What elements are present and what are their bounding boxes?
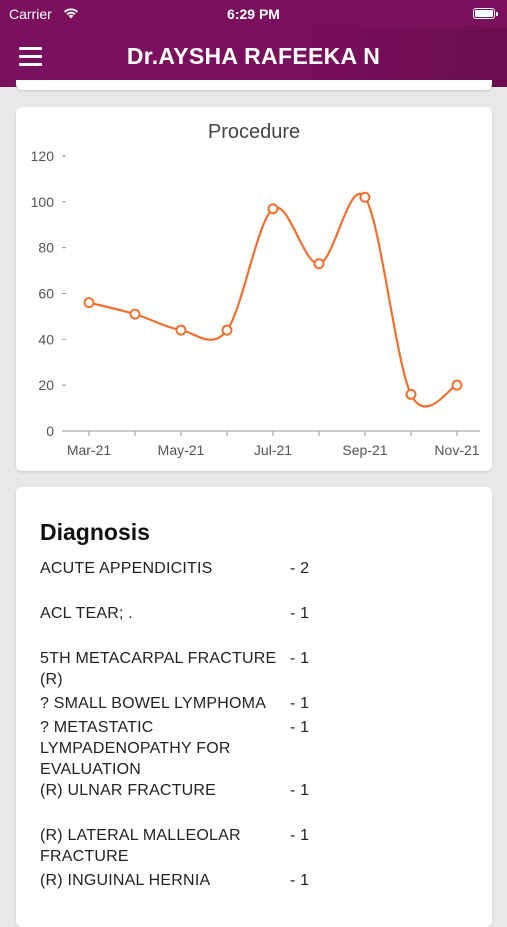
x-tick-label: Sep-21 — [342, 442, 387, 458]
data-point[interactable] — [129, 308, 141, 320]
clock-time: 6:29 PM — [227, 6, 280, 22]
x-tick-label: Nov-21 — [434, 442, 479, 458]
diagnosis-row: ? SMALL BOWEL LYMPHOMA - 1 — [40, 693, 480, 714]
diagnosis-row: (R) LATERAL MALLEOLAR FRACTURE - 1 — [40, 825, 480, 867]
diagnosis-card: Diagnosis ACUTE APPENDICITIS - 2 ACL TEAR;… — [16, 487, 492, 927]
diagnosis-list: ACUTE APPENDICITIS - 2 ACL TEAR; .- 1 5TH M… — [40, 558, 480, 891]
y-tick-label: 20 — [38, 377, 54, 393]
app-header: Dr.AYSHA RAFEEKA N — [0, 28, 507, 87]
diagnosis-count: - 1 — [290, 650, 310, 667]
diagnosis-row: ? METASTATIC LYMPADENOPATHY FOR EVALUATI… — [40, 717, 480, 780]
data-point[interactable] — [175, 324, 187, 336]
diagnosis-count: - 1 — [290, 695, 310, 712]
diagnosis-name: (R) INGUINAL HERNIA — [40, 872, 211, 889]
diagnosis-count: - 1 — [290, 872, 310, 889]
diagnosis-name: (R) ULNAR FRACTURE — [40, 782, 217, 799]
x-tick-label: Jul-21 — [254, 442, 292, 458]
diagnosis-row: 5TH METACARPAL FRACTURE (R) - 1 — [40, 648, 480, 690]
diagnosis-row: (R) ULNAR FRACTURE - 1 — [40, 780, 480, 801]
y-tick-label: 100 — [31, 194, 55, 210]
y-tick-label: 120 — [31, 148, 55, 164]
diagnosis-count: - 1 — [290, 827, 310, 844]
diagnosis-count: - 1 — [290, 719, 310, 736]
diagnosis-name: ? SMALL BOWEL LYMPHOMA — [40, 695, 267, 712]
page-title: Dr.AYSHA RAFEEKA N — [126, 43, 381, 69]
data-point[interactable] — [451, 379, 463, 391]
battery-icon — [473, 8, 498, 19]
diagnosis-row: (R) INGUINAL HERNIA - 1 — [40, 870, 480, 891]
diagnosis-name: (R) LATERAL MALLEOLAR FRACTURE — [40, 827, 241, 865]
data-point[interactable] — [83, 297, 95, 309]
data-point[interactable] — [267, 203, 279, 215]
chart-title: Procedure — [208, 121, 300, 143]
y-tick-label: 60 — [38, 286, 54, 302]
diagnosis-row: ACUTE APPENDICITIS - 2 — [40, 558, 480, 579]
status-bar: Carrier 6:29 PM — [0, 0, 507, 28]
series-line — [88, 192, 458, 408]
data-point[interactable] — [359, 191, 371, 203]
diagnosis-name: 5TH METACARPAL FRACTURE (R) — [40, 650, 277, 688]
diagnosis-row: ACL TEAR; . - 1 — [40, 603, 480, 624]
diagnosis-name: ACL TEAR; . — [40, 605, 133, 622]
procedure-chart-card: Procedure 0 20 40 60 80 100 120 Mar-21 May-21 Jul… — [16, 107, 492, 471]
diagnosis-count: - 1 — [290, 782, 310, 799]
diagnosis-name: ? METASTATIC LYMPADENOPATHY FOR EVALUATI… — [40, 719, 231, 778]
diagnosis-name: ACUTE APPENDICITIS — [40, 560, 213, 577]
x-tick-label: May-21 — [158, 442, 205, 458]
procedure-line-chart: Procedure 0 20 40 60 80 100 120 Mar-21 May-21 Jul… — [31, 121, 480, 458]
previous-card-edge — [16, 80, 492, 90]
x-tick-label: Mar-21 — [67, 442, 112, 458]
y-tick-label: 40 — [38, 331, 54, 347]
data-point[interactable] — [313, 258, 325, 270]
diagnosis-title: Diagnosis — [40, 519, 150, 545]
y-tick-label: 0 — [46, 423, 54, 439]
data-point[interactable] — [405, 388, 417, 400]
diagnosis-count: - 1 — [290, 605, 310, 622]
diagnosis-count: - 2 — [290, 560, 310, 577]
y-tick-label: 80 — [38, 240, 54, 256]
data-point[interactable] — [221, 324, 233, 336]
